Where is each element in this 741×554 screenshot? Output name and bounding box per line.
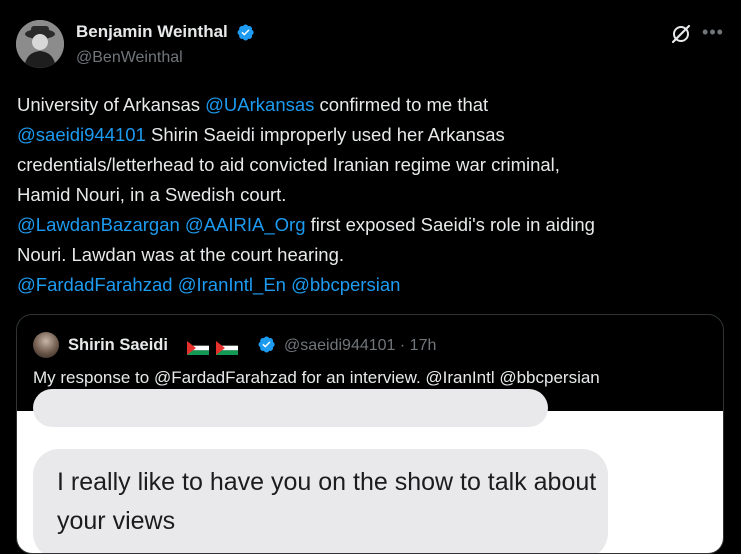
message-bubble: I really like to have you on the show to…: [33, 449, 608, 553]
tweet-line: @saeidi944101 Shirin Saeidi improperly u…: [17, 120, 717, 150]
tweet-line: @FardadFarahzad @IranIntl_En @bbcpersian: [17, 270, 717, 300]
mention-link[interactable]: @LawdanBazargan: [17, 214, 180, 235]
quoted-meta: @saeidi944101 · 17h: [284, 337, 436, 355]
text-span: confirmed to me that: [314, 94, 489, 115]
palestine-flag-icon: [187, 340, 209, 355]
meta-separator: ·: [399, 337, 406, 354]
mention-link[interactable]: @bbcpersian: [291, 274, 400, 295]
quoted-handle[interactable]: @saeidi944101: [284, 337, 395, 354]
mention-link[interactable]: @FardadFarahzad: [17, 274, 173, 295]
author-handle[interactable]: @BenWeinthal: [76, 49, 255, 67]
quoted-text: My response to @FardadFarahzad for an in…: [33, 368, 600, 387]
grok-icon[interactable]: [669, 22, 693, 46]
tweet-text: University of Arkansas @UArkansas confir…: [17, 90, 717, 300]
tweet-line: University of Arkansas @UArkansas confir…: [17, 90, 717, 120]
mention-link[interactable]: @AAIRIA_Org: [185, 214, 306, 235]
text-span: first exposed Saeidi's role in aiding: [305, 214, 595, 235]
message-text: I really like to have you on the show to…: [57, 468, 597, 535]
author-avatar[interactable]: [16, 20, 64, 68]
tweet-line: Hamid Nouri, in a Swedish court.: [17, 184, 287, 205]
quoted-timestamp[interactable]: 17h: [410, 337, 437, 354]
author-name[interactable]: Benjamin Weinthal: [76, 22, 228, 42]
mention-link[interactable]: @IranIntl_En: [178, 274, 286, 295]
quoted-image[interactable]: I really like to have you on the show to…: [17, 389, 723, 553]
message-bubble-partial: [33, 389, 548, 427]
quoted-author-avatar[interactable]: [33, 332, 59, 358]
text-span: Shirin Saeidi improperly used her Arkans…: [145, 124, 505, 145]
more-icon[interactable]: •••: [701, 22, 725, 46]
quoted-author-name[interactable]: Shirin Saeidi: [68, 336, 168, 355]
mention-link[interactable]: @UArkansas: [205, 94, 314, 115]
verified-badge-icon: [237, 23, 254, 41]
tweet-line: Nouri. Lawdan was at the court hearing.: [17, 244, 345, 265]
tweet-header: Benjamin Weinthal @BenWeinthal •••: [16, 18, 725, 74]
name-flags: [187, 339, 241, 357]
tweet-line: @LawdanBazargan @AAIRIA_Org first expose…: [17, 210, 717, 240]
author-block: Benjamin Weinthal @BenWeinthal: [76, 22, 255, 67]
tweet-line: credentials/letterhead to aid convicted …: [17, 154, 560, 175]
quoted-tweet[interactable]: Shirin Saeidi @saeidi944101 · 17h My res…: [16, 314, 724, 554]
palestine-flag-icon: [216, 340, 239, 355]
text-span: University of Arkansas: [17, 94, 206, 115]
verified-badge-icon: [258, 336, 275, 353]
mention-link[interactable]: @saeidi944101: [17, 124, 146, 145]
